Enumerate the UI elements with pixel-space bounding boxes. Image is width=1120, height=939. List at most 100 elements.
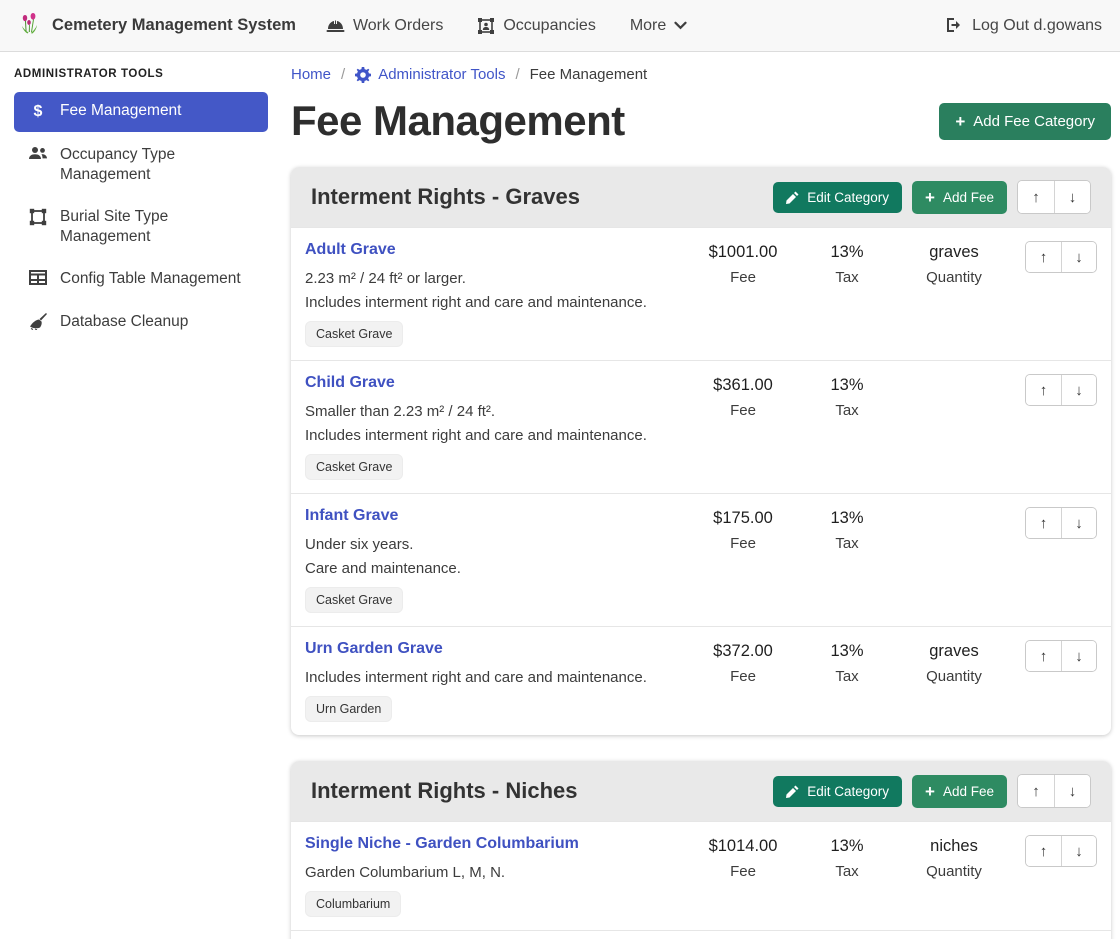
fee-description: 2.23 m² / 24 ft² or larger. xyxy=(305,270,687,287)
brand[interactable]: Cemetery Management System xyxy=(18,12,296,40)
sidebar-item-config-table-management[interactable]: Config Table Management xyxy=(14,260,268,298)
move-up-button[interactable]: ↑ xyxy=(1018,181,1054,213)
reorder-button-group: ↑↓ xyxy=(1025,640,1097,672)
reorder-button-group: ↑↓ xyxy=(1025,507,1097,539)
fee-label: Fee xyxy=(687,269,799,286)
edit-category-button[interactable]: Edit Category xyxy=(773,182,902,213)
move-down-button[interactable]: ↓ xyxy=(1054,181,1090,213)
move-up-button[interactable]: ↑ xyxy=(1026,508,1061,538)
fee-name-link[interactable]: Infant Grave xyxy=(305,507,398,525)
reorder-button-group: ↑↓ xyxy=(1025,374,1097,406)
fee-amount-value: $361.00 xyxy=(687,376,799,395)
move-up-button[interactable]: ↑ xyxy=(1026,836,1061,866)
sidebar-item-fee-management[interactable]: $Fee Management xyxy=(14,92,268,132)
fee-amount-value: $372.00 xyxy=(687,642,799,661)
add-fee-button[interactable]: + Add Fee xyxy=(912,181,1007,214)
nav-item-more[interactable]: More xyxy=(630,17,687,35)
add-fee-category-button[interactable]: + Add Fee Category xyxy=(939,103,1111,140)
fee-type-badge: Columbarium xyxy=(305,891,401,917)
breadcrumb-admin-link[interactable]: Administrator Tools xyxy=(355,66,505,83)
move-up-button[interactable]: ↑ xyxy=(1026,375,1061,405)
fee-tax-value: 13% xyxy=(799,243,895,262)
add-fee-label: Add Fee xyxy=(943,190,994,205)
edit-category-label: Edit Category xyxy=(807,190,889,205)
move-up-button[interactable]: ↑ xyxy=(1026,242,1061,272)
category-title: Interment Rights - Niches xyxy=(311,778,577,804)
fee-quantity-value: graves xyxy=(895,243,1013,262)
tax-label: Tax xyxy=(799,402,895,419)
reorder-button-group: ↑↓ xyxy=(1017,774,1091,808)
fee-description: Smaller than 2.23 m² / 24 ft². xyxy=(305,403,687,420)
fee-description: Under six years. xyxy=(305,536,687,553)
nav-item-label: Occupancies xyxy=(503,17,596,35)
pencil-icon xyxy=(786,784,799,799)
logout-button[interactable]: Log Out d.gowans xyxy=(946,17,1102,35)
fee-category-card: Interment Rights - Graves Edit Category + A… xyxy=(291,167,1111,735)
fee-description: Includes interment right and care and ma… xyxy=(305,294,687,311)
fee-description: Includes interment right and care and ma… xyxy=(305,427,687,444)
add-fee-button[interactable]: +Add Fee xyxy=(912,775,1007,808)
reorder-button-group: ↑↓ xyxy=(1017,180,1091,214)
breadcrumb-home-link[interactable]: Home xyxy=(291,66,331,83)
nav-item-work-orders[interactable]: Work Orders xyxy=(326,17,443,35)
fee-quantity-value: graves xyxy=(895,642,1013,661)
site-frame-icon xyxy=(28,208,48,226)
fee-tax-value: 13% xyxy=(799,509,895,528)
app-title: Cemetery Management System xyxy=(52,16,296,35)
quantity-label: Quantity xyxy=(895,668,1013,685)
tax-label: Tax xyxy=(799,863,895,880)
move-up-button[interactable]: ↑ xyxy=(1026,641,1061,671)
tax-label: Tax xyxy=(799,668,895,685)
fee-name-link[interactable]: Child Grave xyxy=(305,374,395,392)
fee-amount-value: $1014.00 xyxy=(687,837,799,856)
sidebar-item-burial-site-type-management[interactable]: Burial Site Type Management xyxy=(14,198,268,256)
add-fee-label: Add Fee xyxy=(943,784,994,799)
fee-label: Fee xyxy=(687,535,799,552)
category-header: Interment Rights - Graves Edit Category + A… xyxy=(291,167,1111,227)
fee-name-link[interactable]: Adult Grave xyxy=(305,241,396,259)
hard-hat-icon xyxy=(326,18,345,34)
fee-quantity-value: niches xyxy=(895,837,1013,856)
fee-name-link[interactable]: Single Niche - Garden Columbarium xyxy=(305,835,579,853)
people-icon xyxy=(28,146,48,161)
sidebar-item-label: Occupancy Type Management xyxy=(60,145,258,185)
fee-label: Fee xyxy=(687,863,799,880)
broom-icon xyxy=(28,313,48,330)
fee-row: Adult Grave 2.23 m² / 24 ft² or larger. In… xyxy=(291,227,1111,360)
edit-category-button[interactable]: Edit Category xyxy=(773,776,902,807)
plus-icon: + xyxy=(955,113,965,130)
fee-label: Fee xyxy=(687,402,799,419)
fee-row: Companion Niche - Garden ColumbariumGard… xyxy=(291,930,1111,939)
move-down-button[interactable]: ↓ xyxy=(1061,242,1096,272)
pencil-icon xyxy=(786,190,799,205)
breadcrumb-current: Fee Management xyxy=(530,66,648,83)
logout-icon xyxy=(946,17,964,35)
fee-amount-value: $175.00 xyxy=(687,509,799,528)
quantity-label: Quantity xyxy=(895,269,1013,286)
move-down-button[interactable]: ↓ xyxy=(1061,641,1096,671)
tax-label: Tax xyxy=(799,269,895,286)
nav-links: Work Orders Occupancies More xyxy=(326,17,946,35)
reorder-button-group: ↑↓ xyxy=(1025,835,1097,867)
fee-row: Infant GraveUnder six years.Care and mai… xyxy=(291,493,1111,626)
move-up-button[interactable]: ↑ xyxy=(1018,775,1054,807)
sidebar-item-label: Fee Management xyxy=(60,101,182,121)
sidebar-item-label: Burial Site Type Management xyxy=(60,207,258,247)
sidebar-item-database-cleanup[interactable]: Database Cleanup xyxy=(14,303,268,341)
fee-amount-value: $1001.00 xyxy=(687,243,799,262)
move-down-button[interactable]: ↓ xyxy=(1061,508,1096,538)
category-title: Interment Rights - Graves xyxy=(311,184,580,210)
fee-name-link[interactable]: Urn Garden Grave xyxy=(305,640,443,658)
sidebar-item-occupancy-type-management[interactable]: Occupancy Type Management xyxy=(14,136,268,194)
fee-type-badge: Casket Grave xyxy=(305,321,403,347)
main-content: Home / Administrator Tools / Fee Managem… xyxy=(280,52,1120,939)
nav-item-label: Work Orders xyxy=(353,17,443,35)
gear-icon xyxy=(355,66,371,83)
plus-icon: + xyxy=(925,189,935,206)
move-down-button[interactable]: ↓ xyxy=(1061,375,1096,405)
move-down-button[interactable]: ↓ xyxy=(1054,775,1090,807)
move-down-button[interactable]: ↓ xyxy=(1061,836,1096,866)
fee-type-badge: Urn Garden xyxy=(305,696,392,722)
nav-item-occupancies[interactable]: Occupancies xyxy=(477,17,596,35)
fee-row: Single Niche - Garden ColumbariumGarden … xyxy=(291,821,1111,930)
